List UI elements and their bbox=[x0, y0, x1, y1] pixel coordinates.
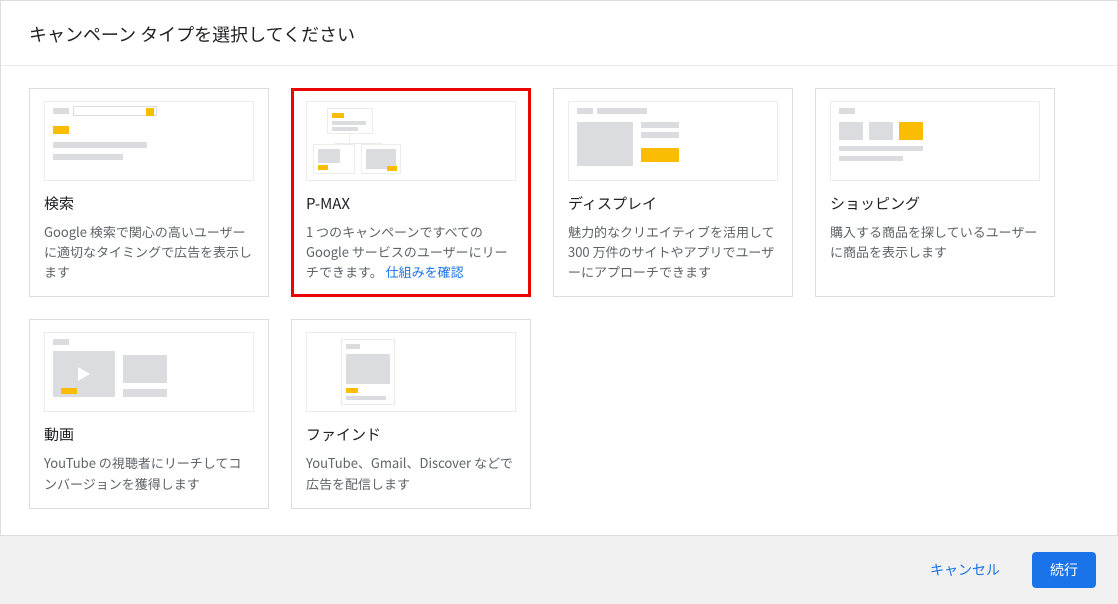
cancel-button[interactable]: キャンセル bbox=[912, 552, 1018, 588]
campaign-card-search[interactable]: 検索 Google 検索で関心の高いユーザーに適切なタイミングで広告を表示します bbox=[29, 88, 269, 297]
campaign-card-pmax-illustration bbox=[306, 101, 516, 181]
play-icon bbox=[78, 367, 90, 381]
campaign-card-search-illustration bbox=[44, 101, 254, 181]
campaign-card-display-desc: 魅力的なクリエイティブを活用して 300 万件のサイトやアプリでユーザーにアプロ… bbox=[568, 222, 778, 282]
dialog-actions: キャンセル 続行 bbox=[0, 536, 1118, 604]
campaign-card-shopping[interactable]: ショッピング 購入する商品を探しているユーザーに商品を表示します bbox=[815, 88, 1055, 297]
pmax-learn-more-link[interactable]: 仕組みを確認 bbox=[386, 262, 464, 281]
campaign-card-search-desc: Google 検索で関心の高いユーザーに適切なタイミングで広告を表示します bbox=[44, 222, 254, 282]
campaign-card-display[interactable]: ディスプレイ 魅力的なクリエイティブを活用して 300 万件のサイトやアプリでユ… bbox=[553, 88, 793, 297]
campaign-card-video-illustration bbox=[44, 332, 254, 412]
campaign-card-video-title: 動画 bbox=[44, 424, 254, 445]
campaign-card-video-desc: YouTube の視聴者にリーチしてコンバージョンを獲得します bbox=[44, 453, 254, 493]
campaign-card-find-title: ファインド bbox=[306, 424, 516, 445]
campaign-card-shopping-title: ショッピング bbox=[830, 193, 1040, 214]
campaign-card-display-title: ディスプレイ bbox=[568, 193, 778, 214]
continue-button[interactable]: 続行 bbox=[1032, 552, 1096, 588]
campaign-card-pmax-title: P-MAX bbox=[306, 193, 516, 214]
campaign-card-find-illustration bbox=[306, 332, 516, 412]
campaign-card-find-desc: YouTube、Gmail、Discover などで広告を配信します bbox=[306, 453, 516, 493]
campaign-card-shopping-illustration bbox=[830, 101, 1040, 181]
cards-container: 検索 Google 検索で関心の高いユーザーに適切なタイミングで広告を表示します… bbox=[1, 66, 1117, 535]
campaign-card-search-title: 検索 bbox=[44, 193, 254, 214]
dialog-title: キャンペーン タイプを選択してください bbox=[1, 1, 1117, 66]
campaign-card-video[interactable]: 動画 YouTube の視聴者にリーチしてコンバージョンを獲得します bbox=[29, 319, 269, 508]
campaign-card-pmax-desc: 1 つのキャンペーンですべての Google サービスのユーザーにリーチできます… bbox=[306, 222, 516, 282]
campaign-type-dialog: キャンペーン タイプを選択してください 検索 Google 検索で関心の高いユー… bbox=[0, 0, 1118, 536]
campaign-card-display-illustration bbox=[568, 101, 778, 181]
campaign-card-shopping-desc: 購入する商品を探しているユーザーに商品を表示します bbox=[830, 222, 1040, 262]
campaign-card-pmax[interactable]: P-MAX 1 つのキャンペーンですべての Google サービスのユーザーにリ… bbox=[291, 88, 531, 297]
campaign-card-find[interactable]: ファインド YouTube、Gmail、Discover などで広告を配信します bbox=[291, 319, 531, 508]
